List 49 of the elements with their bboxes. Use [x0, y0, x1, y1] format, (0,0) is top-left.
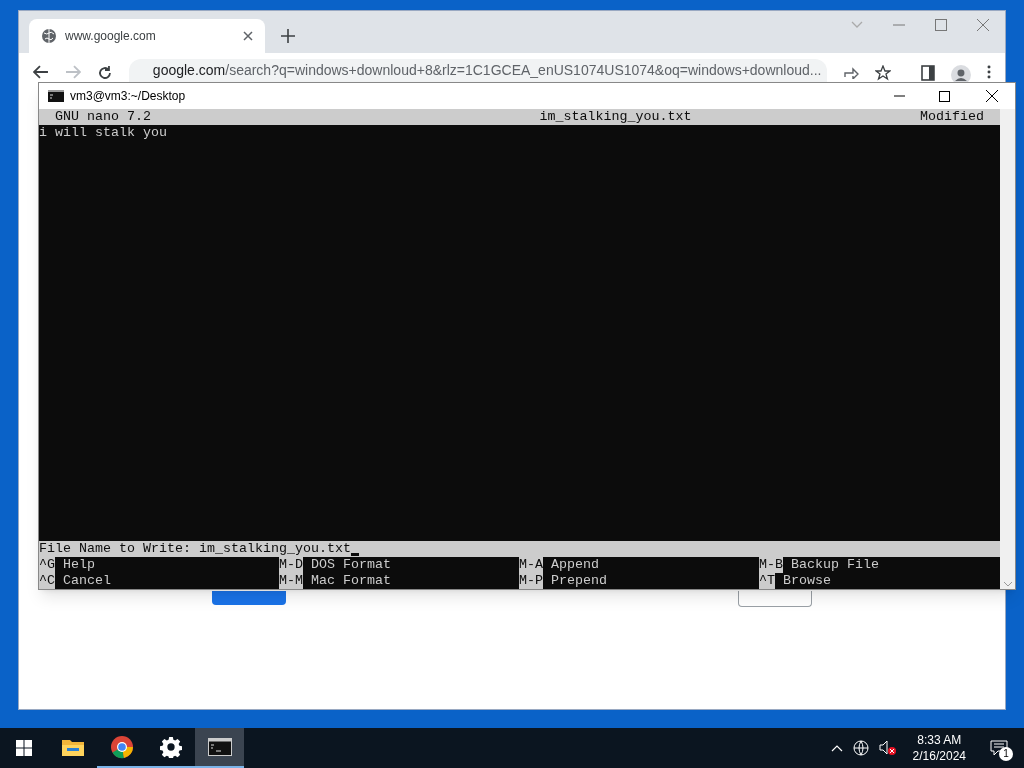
shortcut-key: M-M — [279, 573, 303, 589]
clock[interactable]: 8:33 AM 2/16/2024 — [906, 732, 972, 764]
address-text: google.com/search?q=windows+downloud+8&rlz=1C1GCEA_enUS1074US1074&oq=windows+downloud... — [152, 62, 822, 79]
shortcut-key: ^G — [39, 557, 55, 573]
modified-status: Modified — [920, 109, 984, 125]
terminal-icon — [207, 738, 232, 756]
taskbar-app[interactable] — [195, 728, 244, 768]
address-bar[interactable]: google.com/search?q=windows+downloud+8&rlz=1C1GCEA_enUS1074US1074&oq=windows+downloud... — [128, 59, 828, 82]
menu-icon[interactable] — [987, 65, 991, 79]
text-line: i will stalk you — [39, 125, 167, 141]
notification-badge: 1 — [999, 747, 1013, 761]
shortcut-key: ^T — [759, 573, 775, 589]
chrome-icon — [109, 735, 134, 759]
speaker-muted-icon[interactable] — [878, 740, 897, 756]
file-name: im_stalking_you.txt — [539, 109, 692, 125]
shortcut-key: ^C — [39, 573, 55, 589]
star-icon[interactable] — [875, 65, 892, 81]
shortcut-key: M-D — [279, 557, 303, 573]
close-icon[interactable] — [243, 31, 253, 41]
date: 2/16/2024 — [912, 748, 966, 764]
sidebar-icon[interactable] — [921, 65, 936, 81]
window-title: vm3@vm3:~/Desktop — [70, 88, 187, 105]
text-cursor — [350, 553, 359, 556]
gear-icon — [159, 736, 182, 758]
tab-title: www.google.com — [65, 28, 157, 45]
maximize-icon[interactable] — [939, 90, 950, 102]
globe-icon[interactable] — [852, 740, 869, 756]
console-icon — [48, 90, 64, 102]
close-icon[interactable] — [986, 90, 998, 102]
prompt-input[interactable]: im_stalking_you.txt — [198, 541, 351, 557]
folder-icon — [60, 737, 85, 757]
chevron-up-icon[interactable] — [830, 744, 843, 752]
shortcut-key: M-B — [759, 557, 783, 573]
share-icon[interactable] — [843, 65, 860, 79]
shortcut-key: M-A — [519, 557, 543, 573]
windows-icon — [16, 740, 32, 756]
nano-version: GNU nano 7.2 — [55, 109, 151, 125]
secondary-button[interactable] — [738, 591, 812, 607]
reload-icon[interactable] — [96, 65, 113, 81]
globe-icon — [41, 28, 57, 44]
shortcut-key: M-P — [519, 573, 543, 589]
new-tab-icon[interactable] — [281, 29, 295, 43]
prompt-label: File Name to Write: — [39, 541, 192, 557]
time: 8:33 AM — [917, 732, 962, 748]
browser-tab[interactable]: www.google.com — [29, 19, 265, 53]
notification-center[interactable]: 1 — [982, 728, 1016, 768]
back-icon[interactable] — [33, 65, 49, 79]
message-icon — [990, 740, 1008, 756]
scrollbar[interactable] — [1000, 109, 1015, 589]
